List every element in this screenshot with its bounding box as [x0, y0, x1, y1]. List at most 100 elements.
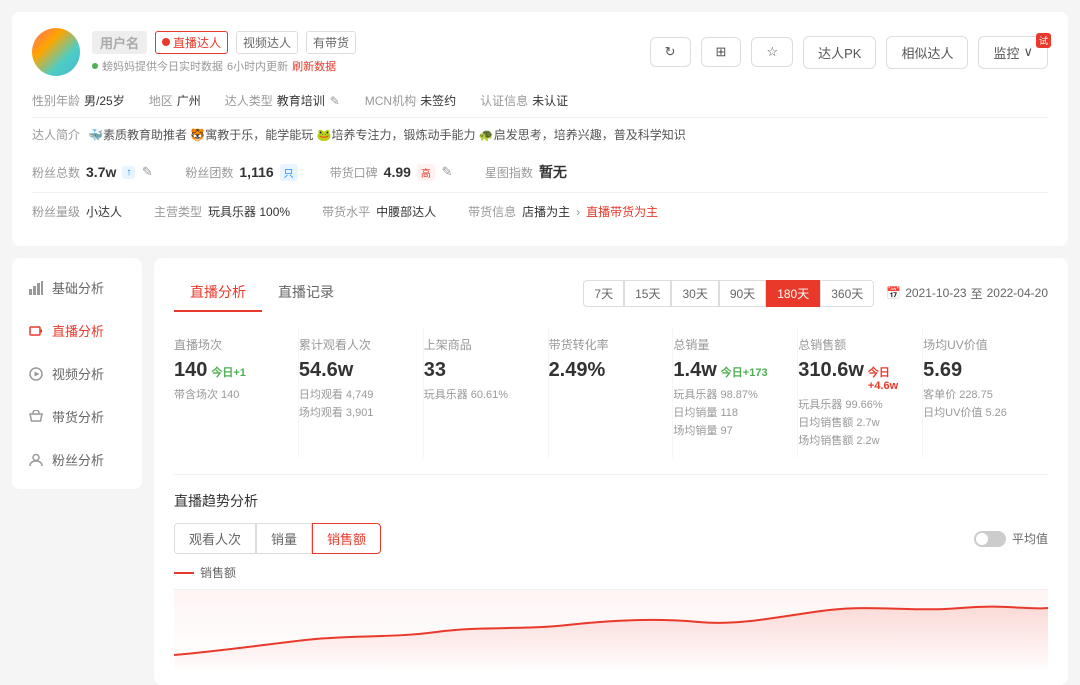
metric-sessions: 直播场次 140 今日+1 带含场次 140	[174, 328, 299, 458]
refresh-data-link[interactable]: 刷新数据	[292, 58, 336, 74]
star-icon: ☆	[766, 44, 778, 60]
filter-amount[interactable]: 销售额	[312, 523, 381, 554]
edit-type-icon[interactable]: ✎	[329, 95, 341, 107]
stats-row: 粉丝总数 3.7w ↑ ✎ 粉丝团数 1,116 只 带货口碑 4.99 高 ✎…	[32, 152, 1048, 193]
commerce-badge: 高	[417, 164, 435, 181]
fan-group-unit: 只	[280, 164, 298, 181]
fan-info-item: 带货信息 店播为主 › 直播带货为主	[468, 203, 658, 220]
dropdown-icon: ∨	[1023, 44, 1033, 60]
sidebar-item-fans[interactable]: 粉丝分析	[12, 438, 142, 481]
sidebar-label-commerce: 带货分析	[52, 407, 104, 426]
fan-level-row: 粉丝量级 小达人 主营类型 玩具乐器 100% 带货水平 中腰部达人 带货信息 …	[32, 193, 1048, 230]
avg-toggle-switch[interactable]	[974, 531, 1006, 547]
content-area: 直播分析 直播记录 7天 15天 30天 90天 180天 360天 📅 202…	[154, 258, 1068, 685]
grid-view-button[interactable]: ⊞	[701, 37, 742, 67]
similar-button[interactable]: 相似达人	[886, 36, 968, 69]
period-15[interactable]: 15天	[624, 280, 671, 307]
main-layout: 基础分析 直播分析 视频分析	[12, 258, 1068, 685]
live-icon	[28, 323, 44, 339]
broadcaster-tag: 直播达人	[155, 31, 228, 54]
tab-row: 直播分析 直播记录 7天 15天 30天 90天 180天 360天 📅 202…	[174, 274, 1048, 312]
sidebar-item-commerce[interactable]: 带货分析	[12, 395, 142, 438]
trend-filters: 观看人次 销量 销售额 平均值	[174, 523, 1048, 554]
date-range: 📅 2021-10-23 至 2022-04-20	[886, 285, 1048, 302]
sidebar-item-live[interactable]: 直播分析	[12, 309, 142, 352]
star-button[interactable]: ☆	[751, 37, 793, 67]
period-180[interactable]: 180天	[766, 280, 820, 307]
trend-section: 直播趋势分析 观看人次 销量 销售额 平均值	[174, 491, 1048, 669]
metrics-grid: 直播场次 140 今日+1 带含场次 140 累计观看人次 54.6w 日均观看…	[174, 328, 1048, 475]
fan-type-item: 主营类型 玩具乐器 100%	[154, 203, 290, 220]
metric-conversion: 带货转化率 2.49%	[549, 328, 674, 458]
region-item: 地区 广州	[149, 92, 201, 109]
intro-row: 达人简介 🐳素质教育助推者 🐯寓教于乐，能学能玩 🐸培养专注力，锻炼动手能力 🐢…	[32, 118, 1048, 152]
header-actions: ↻ ⊞ ☆ 达人PK 相似达人 监控 ∨ 试	[650, 36, 1048, 69]
info-row: 性别年龄 男/25岁 地区 广州 达人类型 教育培训 ✎ MCN机构 未签约 认…	[32, 84, 1048, 118]
pk-button[interactable]: 达人PK	[803, 36, 876, 69]
period-90[interactable]: 90天	[719, 280, 766, 307]
header-top: 用户名 直播达人 视频达人 有带货 螃妈妈提供今日实时数据 6小时内更新 刷新数…	[32, 28, 1048, 76]
metric-uv-value: 场均UV价值 5.69 客单价 228.75 日均UV价值 5.26	[923, 328, 1048, 458]
edit-commerce-icon[interactable]: ✎	[441, 166, 453, 178]
grid-icon: ⊞	[716, 44, 727, 60]
video-tag: 视频达人	[236, 31, 298, 54]
broadcaster-dot-icon	[162, 38, 170, 46]
tab-live-analysis[interactable]: 直播分析	[174, 274, 262, 312]
monitor-badge: 试	[1036, 33, 1051, 48]
period-360[interactable]: 360天	[820, 280, 874, 307]
video-icon	[28, 366, 44, 382]
period-selector: 7天 15天 30天 90天 180天 360天 📅 2021-10-23 至 …	[583, 280, 1048, 307]
commerce-stat: 带货口碑 4.99 高 ✎	[330, 164, 453, 181]
commerce-tag: 有带货	[306, 31, 356, 54]
period-30[interactable]: 30天	[671, 280, 718, 307]
metric-sales-amount: 总销售额 310.6w 今日+4.6w 玩具乐器 99.66% 日均销售额 2.…	[798, 328, 923, 458]
chart-legend: 销售额	[174, 564, 1048, 581]
arrow-icon: ›	[576, 205, 580, 219]
sidebar-label-fans: 粉丝分析	[52, 450, 104, 469]
header-card: 用户名 直播达人 视频达人 有带货 螃妈妈提供今日实时数据 6小时内更新 刷新数…	[12, 12, 1068, 246]
period-tabs: 7天 15天 30天 90天 180天 360天	[583, 280, 874, 307]
filter-sales[interactable]: 销量	[256, 523, 312, 554]
page-wrapper: 用户名 直播达人 视频达人 有带货 螃妈妈提供今日实时数据 6小时内更新 刷新数…	[0, 0, 1080, 685]
user-info: 用户名 直播达人 视频达人 有带货 螃妈妈提供今日实时数据 6小时内更新 刷新数…	[92, 31, 356, 74]
sidebar-label-basic: 基础分析	[52, 278, 104, 297]
metric-sales-volume: 总销量 1.4w 今日+173 玩具乐器 98.87% 日均销量 118 场均销…	[673, 328, 798, 458]
star-stat: 星图指数 暂无	[485, 162, 567, 182]
user-icon	[28, 452, 44, 468]
cert-item: 认证信息 未认证	[480, 92, 568, 109]
chart-icon	[28, 280, 44, 296]
avatar	[32, 28, 80, 76]
gender-age-item: 性别年龄 男/25岁	[32, 92, 125, 109]
sidebar-item-basic[interactable]: 基础分析	[12, 266, 142, 309]
trend-chart	[174, 590, 1048, 669]
filter-buttons: 观看人次 销量 销售额	[174, 523, 381, 554]
avatar-section: 用户名 直播达人 视频达人 有带货 螃妈妈提供今日实时数据 6小时内更新 刷新数…	[32, 28, 356, 76]
monitor-button[interactable]: 监控 ∨ 试	[978, 36, 1048, 69]
fan-platform-item: 带货水平 中腰部达人	[322, 203, 436, 220]
sidebar-item-video[interactable]: 视频分析	[12, 352, 142, 395]
edit-fans-icon[interactable]: ✎	[141, 166, 153, 178]
refresh-button[interactable]: ↻	[650, 37, 691, 67]
type-item: 达人类型 教育培训 ✎	[225, 92, 341, 109]
tabs: 直播分析 直播记录	[174, 274, 350, 312]
fans-trend-icon: ↑	[122, 166, 135, 179]
calendar-icon: 📅	[886, 286, 901, 300]
shop-icon	[28, 409, 44, 425]
metric-views: 累计观看人次 54.6w 日均观看 4,749 场均观看 3,901	[299, 328, 424, 458]
fan-level-item: 粉丝量级 小达人	[32, 203, 122, 220]
fan-group-stat: 粉丝团数 1,116 只	[185, 164, 297, 181]
sidebar-label-live: 直播分析	[52, 321, 104, 340]
tab-live-records[interactable]: 直播记录	[262, 274, 350, 312]
mcn-item: MCN机构 未签约	[365, 92, 456, 109]
toggle-thumb	[976, 533, 988, 545]
filter-views[interactable]: 观看人次	[174, 523, 256, 554]
data-source: 螃妈妈提供今日实时数据 6小时内更新 刷新数据	[92, 58, 356, 74]
sidebar-label-video: 视频分析	[52, 364, 104, 383]
avg-toggle: 平均值	[974, 530, 1048, 547]
metric-products: 上架商品 33 玩具乐器 60.61%	[424, 328, 549, 458]
online-dot-icon	[92, 63, 98, 69]
legend-line-icon	[174, 572, 194, 574]
username: 用户名	[92, 31, 147, 54]
refresh-icon: ↻	[665, 44, 676, 60]
period-7[interactable]: 7天	[583, 280, 624, 307]
